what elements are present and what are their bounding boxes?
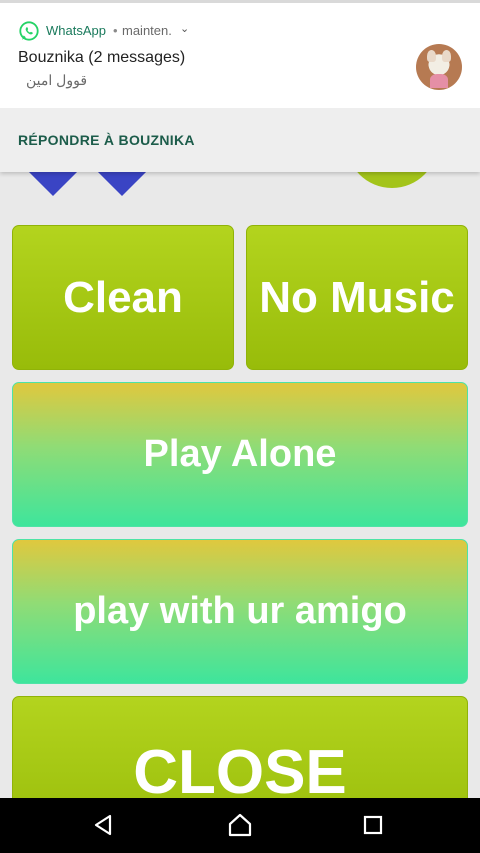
whatsapp-icon — [19, 21, 39, 41]
recent-apps-icon — [363, 815, 383, 835]
chevron-down-icon[interactable]: ⌄ — [180, 22, 189, 35]
divider — [0, 0, 480, 3]
back-button[interactable] — [86, 808, 120, 842]
recent-apps-button[interactable] — [356, 808, 390, 842]
notification-time: mainten. — [122, 23, 172, 38]
notification-actions: RÉPONDRE À BOUZNIKA — [0, 108, 480, 172]
notification-message: قوول امين — [26, 72, 88, 88]
navigation-bar — [0, 798, 480, 853]
avatar-ear — [427, 50, 436, 62]
back-icon — [94, 814, 112, 836]
notification-title: Bouznika (2 messages) — [18, 49, 186, 66]
close-button[interactable]: CLOSE — [12, 696, 468, 798]
home-icon — [228, 813, 252, 837]
notification-separator: • — [113, 23, 118, 38]
no-music-button[interactable]: No Music — [246, 225, 468, 370]
notification-app-name: WhatsApp — [46, 23, 106, 38]
home-button[interactable] — [223, 808, 257, 842]
play-alone-button[interactable]: Play Alone — [12, 382, 468, 527]
reply-button[interactable]: RÉPONDRE À BOUZNIKA — [18, 132, 195, 148]
avatar-dress — [430, 74, 448, 88]
play-with-amigo-button[interactable]: play with ur amigo — [12, 539, 468, 684]
avatar — [416, 44, 462, 90]
clean-button[interactable]: Clean — [12, 225, 234, 370]
avatar-ear — [442, 50, 451, 62]
whatsapp-notification[interactable]: WhatsApp • mainten. ⌄ Bouznika (2 messag… — [0, 0, 480, 172]
